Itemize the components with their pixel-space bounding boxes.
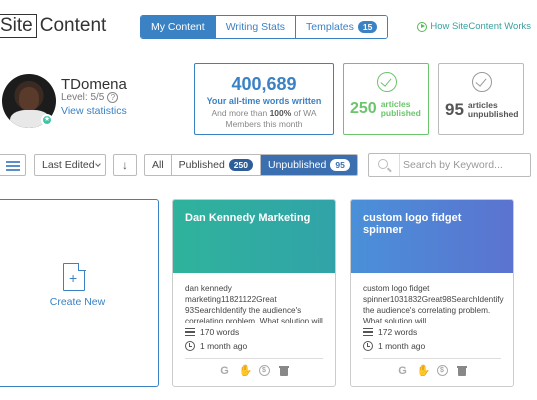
user-level: Level: 5/5 ?: [61, 92, 119, 103]
check-circle-icon: [377, 72, 397, 92]
play-icon: [417, 21, 428, 32]
words-count: 400,689: [231, 74, 297, 94]
article-title[interactable]: custom logo fidget spinner: [351, 200, 513, 273]
view-statistics-link[interactable]: View statistics: [61, 105, 127, 117]
tab-writing-stats-label: Writing Stats: [225, 21, 286, 33]
article-card[interactable]: Dan Kennedy Marketing dan kennedy market…: [172, 199, 336, 387]
list-icon-line: [6, 165, 20, 167]
filter-published[interactable]: Published 250: [172, 155, 261, 175]
trash-icon[interactable]: [456, 365, 468, 377]
tab-my-content[interactable]: My Content: [141, 16, 216, 38]
words-note-prefix: And more than: [211, 108, 270, 118]
logo-content: Content: [39, 15, 107, 36]
article-word-count: 172 words: [363, 327, 417, 337]
article-title[interactable]: Dan Kennedy Marketing: [173, 200, 335, 273]
unpublished-label: articles unpublished: [468, 101, 519, 119]
published-label-2: published: [380, 108, 421, 118]
star-badge-icon: ★: [41, 114, 53, 126]
trash-icon[interactable]: [278, 365, 290, 377]
filter-unpublished-label: Unpublished: [267, 159, 327, 171]
article-card[interactable]: custom logo fidget spinner custom logo f…: [350, 199, 514, 387]
edited-time-text: 1 month ago: [378, 341, 426, 351]
words-note: And more than 100% of WA Members this mo…: [195, 108, 333, 130]
list-icon-line: [6, 169, 20, 171]
tab-templates[interactable]: Templates 15: [296, 16, 388, 38]
list-view-toggle[interactable]: [0, 154, 26, 176]
filter-unpublished-count: 95: [330, 159, 350, 171]
word-count-text: 170 words: [200, 327, 240, 337]
published-count: 250: [350, 100, 377, 117]
unpublished-stat-box[interactable]: 95 articles unpublished: [438, 63, 524, 135]
status-filter-group: All Published 250 Unpublished 95: [144, 154, 358, 176]
filter-unpublished[interactable]: Unpublished 95: [260, 155, 357, 175]
username: TDomena: [61, 76, 127, 93]
published-stat-row: 250 articles published: [350, 100, 421, 118]
words-written-box: 400,689 Your all-time words written And …: [194, 63, 334, 135]
card-actions: G ✋ $: [351, 365, 513, 377]
hand-icon[interactable]: ✋: [239, 365, 253, 377]
card-actions: G ✋ $: [173, 365, 335, 377]
article-excerpt: custom logo fidget spinner1031832Great98…: [363, 284, 504, 323]
article-excerpt: dan kennedy marketing11821122Great 93Sea…: [185, 284, 323, 323]
search-input[interactable]: [403, 156, 527, 174]
help-icon[interactable]: ?: [107, 92, 119, 103]
word-count-text: 172 words: [378, 327, 418, 337]
search-icon[interactable]: [378, 159, 388, 169]
app-logo[interactable]: Site Content: [0, 14, 106, 38]
sort-value: Last Edited: [42, 159, 95, 171]
filter-published-label: Published: [178, 159, 225, 171]
create-new-label: Create New: [49, 296, 106, 308]
filter-published-count: 250: [228, 159, 253, 171]
article-edited-time: 1 month ago: [185, 341, 247, 351]
tab-my-content-label: My Content: [151, 21, 205, 33]
google-icon[interactable]: G: [219, 365, 231, 377]
how-it-works-label: How SiteContent Works: [430, 21, 531, 32]
edited-time-text: 1 month ago: [200, 341, 248, 351]
search-box: [368, 153, 531, 177]
words-note-pct: 100%: [269, 108, 292, 118]
dollar-icon[interactable]: $: [436, 365, 448, 376]
words-label: Your all-time words written: [206, 96, 322, 106]
check-circle-icon: [472, 72, 492, 92]
lines-icon: [363, 328, 373, 336]
list-icon-line: [6, 161, 20, 163]
dollar-icon[interactable]: $: [258, 365, 270, 376]
filter-all[interactable]: All: [145, 155, 172, 175]
templates-count-badge: 15: [357, 21, 378, 33]
new-document-icon: +: [63, 262, 86, 291]
level-text: Level: 5/5: [61, 92, 105, 103]
article-edited-time: 1 month ago: [363, 341, 425, 351]
lines-icon: [185, 328, 195, 336]
sort-select[interactable]: Last Edited: [34, 154, 106, 176]
clock-icon: [185, 341, 195, 351]
search-divider: [399, 154, 400, 176]
hand-icon[interactable]: ✋: [417, 365, 431, 377]
how-it-works-link[interactable]: How SiteContent Works: [417, 21, 531, 32]
unpublished-label-2: unpublished: [467, 109, 519, 119]
chevron-down-icon: [95, 161, 101, 167]
plus-icon: +: [69, 270, 78, 286]
tab-writing-stats[interactable]: Writing Stats: [215, 16, 297, 38]
google-icon[interactable]: G: [397, 365, 409, 377]
card-divider: [363, 358, 501, 359]
filter-all-label: All: [152, 159, 164, 171]
clock-icon: [363, 341, 373, 351]
article-word-count: 170 words: [185, 327, 239, 337]
tab-templates-label: Templates: [306, 21, 354, 33]
card-divider: [185, 358, 323, 359]
unpublished-stat-row: 95 articles unpublished: [445, 100, 518, 120]
sort-direction-button[interactable]: ↓: [113, 154, 137, 176]
published-label: articles published: [381, 100, 421, 118]
top-tab-bar: My Content Writing Stats Templates 15: [140, 15, 389, 39]
published-stat-box[interactable]: 250 articles published: [343, 63, 429, 135]
create-new-card[interactable]: + Create New: [0, 199, 159, 387]
logo-site: Site: [0, 14, 37, 38]
unpublished-count: 95: [445, 100, 464, 119]
